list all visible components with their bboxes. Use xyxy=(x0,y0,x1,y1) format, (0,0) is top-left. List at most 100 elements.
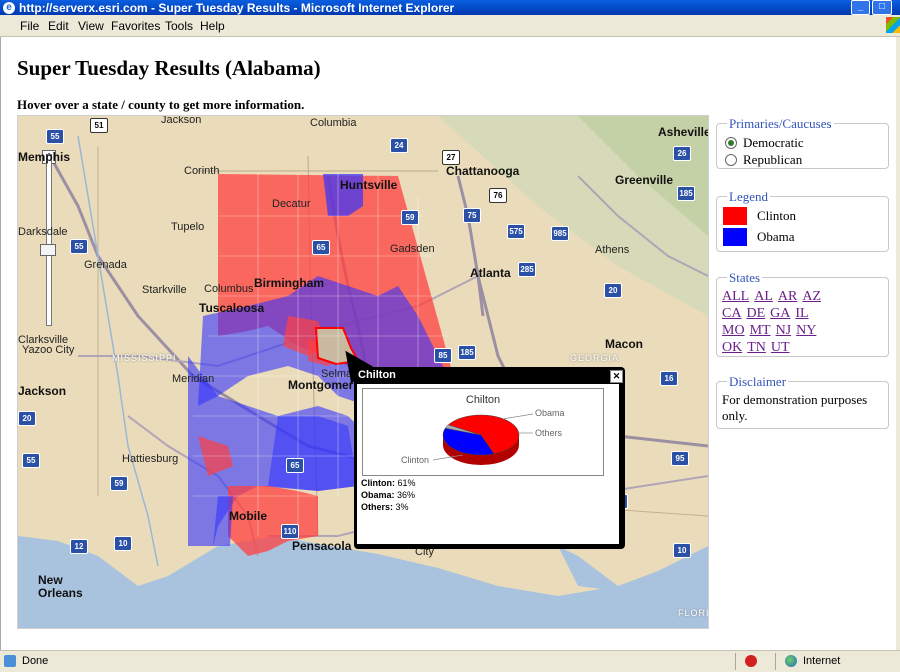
security-zone-label: Internet xyxy=(803,655,841,667)
popup-blocked-icon[interactable] xyxy=(745,655,757,667)
interstate-55-shield-icon: 55 xyxy=(46,129,64,144)
minimize-button[interactable]: _ xyxy=(851,0,870,15)
map-label-georgia: GEORGIA xyxy=(570,353,620,363)
map-label-pensacola: Pensacola xyxy=(292,539,352,553)
interstate-110-shield-icon: 110 xyxy=(281,524,299,539)
primaries-panel: Primaries/Caucuses Democratic Republican xyxy=(716,116,889,169)
state-link-tn[interactable]: TN xyxy=(747,340,766,355)
map-label-macon: Macon xyxy=(605,337,644,351)
menu-file[interactable]: File xyxy=(20,19,39,33)
legend-panel: Legend Clinton Obama xyxy=(716,189,889,252)
state-link-ok[interactable]: OK xyxy=(722,340,742,355)
map-label-grenada: Grenada xyxy=(84,259,127,271)
legend-swatch-obama xyxy=(723,228,747,246)
map-label-tuscaloosa: Tuscaloosa xyxy=(199,301,265,315)
radio-democratic[interactable]: Democratic xyxy=(725,135,804,151)
internet-zone-icon xyxy=(785,655,797,667)
us-27-shield-icon: 27 xyxy=(442,150,460,165)
legend-swatch-clinton xyxy=(723,207,747,225)
interstate-20-west-shield-icon: 20 xyxy=(18,411,36,426)
map-label-jackson-ms: Jackson xyxy=(18,384,67,398)
state-link-ga[interactable]: GA xyxy=(770,306,790,321)
legend-item-obama: Obama xyxy=(723,228,795,246)
map-label-mobile: Mobile xyxy=(229,509,267,523)
popup-stat-others: Others: 3% xyxy=(361,502,409,512)
state-link-il[interactable]: IL xyxy=(795,306,808,321)
window-title: http://serverx.esri.com - Super Tuesday … xyxy=(19,0,455,15)
state-link-mt[interactable]: MT xyxy=(750,323,771,338)
interstate-10-east-shield-icon: 10 xyxy=(673,543,691,558)
state-link-de[interactable]: DE xyxy=(746,306,765,321)
popup-close-button[interactable]: ✕ xyxy=(610,370,623,383)
menu-tools[interactable]: Tools xyxy=(165,19,193,33)
radio-democratic-label: Democratic xyxy=(743,135,804,150)
state-link-ny[interactable]: NY xyxy=(796,323,816,338)
state-link-ca[interactable]: CA xyxy=(722,306,741,321)
map-label-corinth: Corinth xyxy=(184,165,220,177)
map-label-starkville: Starkville xyxy=(142,284,187,296)
maximize-button[interactable]: □ xyxy=(872,0,892,15)
zoom-slider-track[interactable] xyxy=(46,154,52,326)
map-label-tupelo: Tupelo xyxy=(171,221,205,233)
menu-view[interactable]: View xyxy=(78,19,104,33)
map-label-florida: FLORIDA xyxy=(678,608,709,618)
legend-label-obama: Obama xyxy=(757,229,795,244)
menu-bar: File Edit View Favorites Tools Help xyxy=(0,15,900,37)
interstate-985-shield-icon: 985 xyxy=(551,226,569,241)
page-done-icon xyxy=(4,655,16,667)
interstate-20-shield-icon: 20 xyxy=(604,283,622,298)
map-label-columbus: Columbus xyxy=(204,283,254,295)
interstate-16-shield-icon: 16 xyxy=(660,371,678,386)
state-link-ar[interactable]: AR xyxy=(778,289,797,304)
primaries-panel-title: Primaries/Caucuses xyxy=(727,116,834,132)
disclaimer-panel-title: Disclaimer xyxy=(727,374,789,390)
interstate-85-shield-icon: 85 xyxy=(434,348,452,363)
page-title: Super Tuesday Results (Alabama) xyxy=(17,56,321,80)
menu-help[interactable]: Help xyxy=(200,19,225,33)
state-link-nj[interactable]: NJ xyxy=(776,323,792,338)
pie-callout-line xyxy=(502,413,534,420)
legend-panel-title: Legend xyxy=(727,189,770,205)
page-content: Super Tuesday Results (Alabama) Hover ov… xyxy=(0,37,897,650)
radio-republican[interactable]: Republican xyxy=(725,152,802,168)
windows-logo-icon xyxy=(886,17,900,33)
map-label-gadsden: Gadsden xyxy=(390,243,435,255)
interstate-285-shield-icon: 285 xyxy=(518,262,536,277)
state-link-az[interactable]: AZ xyxy=(802,289,821,304)
states-panel: States ALL AL AR AZ CA DE GA IL MO MT NJ NY OK TN UT xyxy=(716,270,889,357)
map-label-asheville: Asheville xyxy=(658,125,709,139)
interstate-24-shield-icon: 24 xyxy=(390,138,408,153)
state-link-al[interactable]: AL xyxy=(754,289,773,304)
window-title-bar: e http://serverx.esri.com - Super Tuesda… xyxy=(0,0,900,15)
legend-item-clinton: Clinton xyxy=(723,207,796,225)
map-label-new-orleans: New Orleans xyxy=(38,573,83,600)
pie-label-clinton: Clinton xyxy=(401,455,429,465)
interstate-185-south-shield-icon: 185 xyxy=(458,345,476,360)
pie-chart: Chilton Obama Others Clinton xyxy=(401,394,565,465)
status-bar: Done Internet xyxy=(0,650,900,672)
map-label-memphis: Memphis xyxy=(18,150,71,164)
window-right-edge xyxy=(896,37,900,650)
state-link-ut[interactable]: UT xyxy=(771,340,790,355)
menu-edit[interactable]: Edit xyxy=(48,19,69,33)
interstate-26-shield-icon: 26 xyxy=(673,146,691,161)
state-link-mo[interactable]: MO xyxy=(722,323,745,338)
interstate-59-shield-icon: 59 xyxy=(401,210,419,225)
menu-favorites[interactable]: Favorites xyxy=(111,19,160,33)
map-label-mississippi: MISSISSIPPI xyxy=(112,353,177,363)
map-label-darksdale: Darksdale xyxy=(18,226,68,238)
popup-title: Chilton xyxy=(358,369,396,381)
status-text: Done xyxy=(22,655,49,667)
radio-republican-label: Republican xyxy=(743,152,803,167)
state-links: ALL AL AR AZ CA DE GA IL MO MT NJ NY OK TN UT xyxy=(722,288,882,356)
map-label-atlanta: Atlanta xyxy=(470,266,511,280)
radio-unselected-icon[interactable] xyxy=(725,154,737,166)
radio-selected-icon[interactable] xyxy=(725,137,737,149)
interstate-95-shield-icon: 95 xyxy=(671,451,689,466)
state-link-all[interactable]: ALL xyxy=(722,289,749,304)
map-label-birmingham: Birmingham xyxy=(254,276,325,290)
map-label-jackson-tn: Jackson xyxy=(161,115,202,126)
interstate-65-shield-south-icon: 65 xyxy=(286,458,304,473)
zoom-slider-thumb[interactable] xyxy=(40,244,56,256)
states-panel-title: States xyxy=(727,270,763,286)
